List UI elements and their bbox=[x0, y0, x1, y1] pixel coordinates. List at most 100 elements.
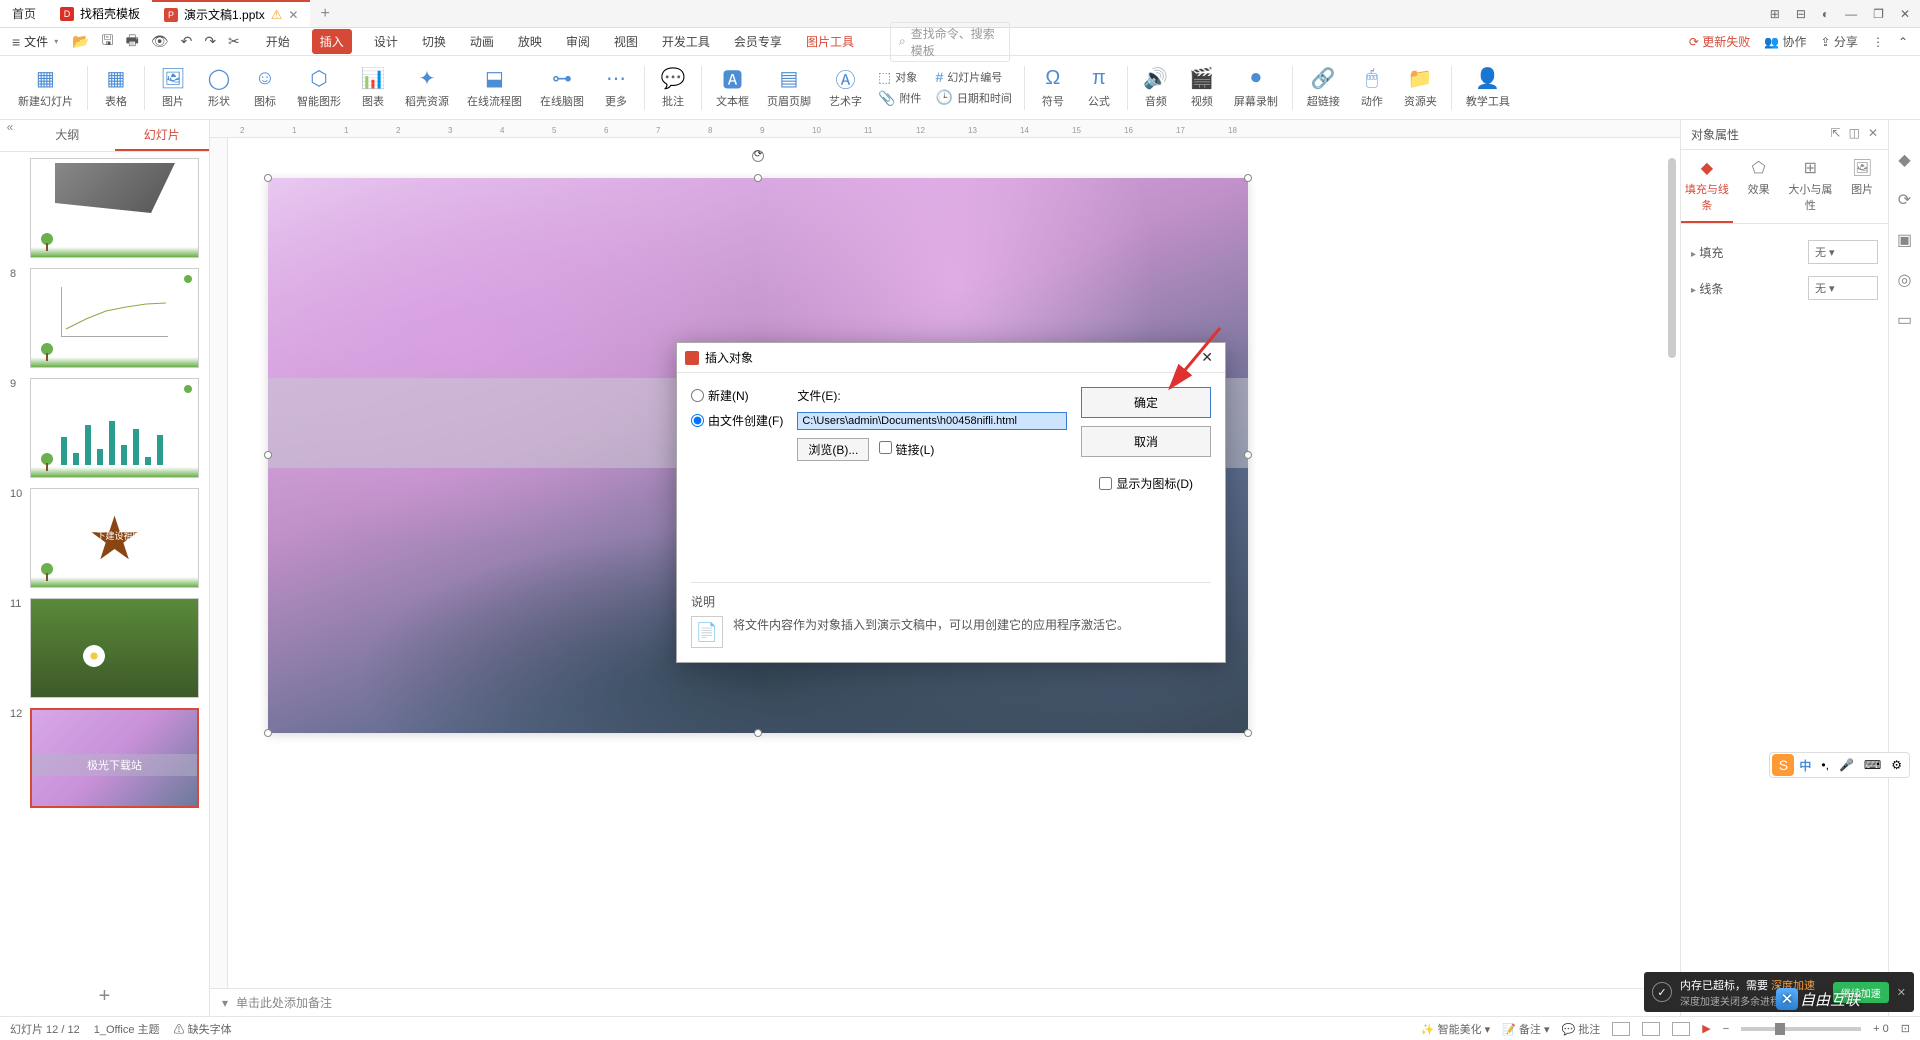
apps-icon[interactable]: ⊟ bbox=[1796, 7, 1806, 21]
tab-close-icon[interactable]: ✕ bbox=[288, 8, 298, 22]
ribbon-table[interactable]: ▦表格 bbox=[94, 67, 138, 109]
ribbon-flowchart[interactable]: ⬓在线流程图 bbox=[459, 67, 530, 109]
menu-icon[interactable]: ≡ bbox=[12, 34, 20, 50]
tab-slides[interactable]: 幻灯片 bbox=[115, 120, 210, 151]
ribbon-headerfooter[interactable]: ▤页眉页脚 bbox=[759, 67, 819, 109]
handle-br[interactable] bbox=[1244, 729, 1252, 737]
ime-punct-icon[interactable]: •, bbox=[1816, 758, 1834, 772]
rp-popout-icon[interactable]: ◫ bbox=[1849, 126, 1860, 143]
thumb-12[interactable]: 12 极光下载站 bbox=[10, 708, 199, 808]
tab-home[interactable]: 首页 bbox=[0, 0, 48, 27]
dropdown-icon[interactable]: ▾ bbox=[54, 37, 58, 46]
preview-icon[interactable]: 👁 bbox=[151, 33, 169, 50]
undo-icon[interactable]: ↶ bbox=[181, 33, 193, 50]
collapse-ribbon-icon[interactable]: ⌃ bbox=[1898, 35, 1908, 49]
radio-from-file[interactable]: 由文件创建(F) bbox=[691, 412, 783, 429]
ribbon-chart[interactable]: 📊图表 bbox=[351, 67, 395, 109]
comment-toggle[interactable]: 💬 批注 bbox=[1562, 1021, 1601, 1037]
ribbon-symbol[interactable]: Ω符号 bbox=[1031, 67, 1075, 109]
ribbon-attachment[interactable]: 📎附件 bbox=[878, 90, 921, 107]
format-painter-icon[interactable]: ✂ bbox=[228, 33, 240, 50]
thumb-11[interactable]: 11 bbox=[10, 598, 199, 698]
ribbon-action[interactable]: 🖱动作 bbox=[1350, 67, 1394, 109]
ime-bar[interactable]: S 中 •, 🎤 ⌨ ⚙ bbox=[1769, 752, 1910, 778]
ribbon-smartart[interactable]: ⬡智能图形 bbox=[289, 67, 349, 109]
search-box[interactable]: ⌕ 查找命令、搜索模板 bbox=[890, 22, 1010, 62]
ribbon-wordart[interactable]: Ⓐ艺术字 bbox=[821, 67, 870, 109]
fit-button[interactable]: ⊡ bbox=[1901, 1022, 1910, 1035]
minimize-icon[interactable]: — bbox=[1845, 7, 1857, 21]
handle-tm[interactable] bbox=[754, 174, 762, 182]
show-as-icon-checkbox[interactable]: 显示为图标(D) bbox=[1099, 475, 1193, 492]
notes-toggle[interactable]: 📝 备注 ▾ bbox=[1502, 1021, 1549, 1037]
ribbon-picture[interactable]: 🖼图片 bbox=[151, 67, 195, 109]
dialog-close-icon[interactable]: ✕ bbox=[1197, 349, 1217, 366]
handle-ml[interactable] bbox=[264, 451, 272, 459]
tab-document[interactable]: P 演示文稿1.pptx ⚠ ✕ bbox=[152, 0, 310, 27]
ribbon-video[interactable]: 🎬视频 bbox=[1180, 67, 1224, 109]
print-icon[interactable]: 🖶 bbox=[126, 30, 139, 54]
ime-lang[interactable]: 中 bbox=[1794, 757, 1816, 774]
rp-line-row[interactable]: ▸ 线条 无 ▾ bbox=[1691, 270, 1878, 306]
update-fail[interactable]: ⟳ 更新失败 bbox=[1689, 33, 1750, 50]
ribbon-newslide[interactable]: ▦新建幻灯片 bbox=[10, 67, 81, 109]
notes-area[interactable]: ▾ 单击此处添加备注 bbox=[210, 988, 1680, 1016]
add-slide-button[interactable]: + bbox=[0, 977, 209, 1016]
handle-tr[interactable] bbox=[1244, 174, 1252, 182]
ribbon-datetime[interactable]: 🕒日期和时间 bbox=[935, 89, 1011, 106]
ribbon-icon[interactable]: ☺图标 bbox=[243, 67, 287, 109]
ribbon-resource[interactable]: ✦稻壳资源 bbox=[397, 67, 457, 109]
view-normal[interactable] bbox=[1612, 1022, 1630, 1036]
thumb-8[interactable]: 8 bbox=[10, 268, 199, 368]
ribbon-object[interactable]: ⬚对象 bbox=[878, 69, 921, 86]
view-sorter[interactable] bbox=[1642, 1022, 1660, 1036]
notify-close-icon[interactable]: ✕ bbox=[1897, 986, 1906, 999]
thumb-9[interactable]: 9 bbox=[10, 378, 199, 478]
rp-tab-pic[interactable]: 🖼图片 bbox=[1836, 150, 1888, 223]
line-dropdown[interactable]: 无 ▾ bbox=[1808, 276, 1878, 300]
theme-name[interactable]: 1_Office 主题 bbox=[94, 1021, 160, 1037]
share-button[interactable]: ⇪ 分享 bbox=[1821, 33, 1858, 50]
ribbon-comment[interactable]: 💬批注 bbox=[651, 67, 695, 109]
redo-icon[interactable]: ↷ bbox=[204, 33, 216, 50]
sidebar-select-icon[interactable]: ▣ bbox=[1897, 230, 1912, 250]
tab-add[interactable]: + bbox=[310, 0, 339, 27]
layout-icon[interactable]: ⊞ bbox=[1770, 7, 1780, 21]
close-icon[interactable]: ✕ bbox=[1900, 7, 1910, 21]
ribbon-teaching[interactable]: 👤教学工具 bbox=[1458, 67, 1518, 109]
rp-tab-fill[interactable]: ◆填充与线条 bbox=[1681, 150, 1733, 223]
slideshow-button[interactable]: ▶ bbox=[1702, 1022, 1710, 1035]
tab-picture-tool[interactable]: 图片工具 bbox=[804, 29, 856, 54]
rp-fill-row[interactable]: ▸ 填充 无 ▾ bbox=[1691, 234, 1878, 270]
browse-button[interactable]: 浏览(B)... bbox=[797, 438, 869, 461]
handle-bl[interactable] bbox=[264, 729, 272, 737]
tab-slideshow[interactable]: 放映 bbox=[516, 29, 544, 54]
coop-button[interactable]: 👥 协作 bbox=[1764, 33, 1806, 50]
handle-tl[interactable] bbox=[264, 174, 272, 182]
sidebar-anim-icon[interactable]: ⟳ bbox=[1898, 190, 1911, 210]
tab-design[interactable]: 设计 bbox=[372, 29, 400, 54]
tab-view[interactable]: 视图 bbox=[612, 29, 640, 54]
link-checkbox[interactable]: 链接(L) bbox=[879, 441, 934, 458]
ribbon-formula[interactable]: π公式 bbox=[1077, 67, 1121, 109]
cancel-button[interactable]: 取消 bbox=[1081, 426, 1211, 457]
handle-bm[interactable] bbox=[754, 729, 762, 737]
ribbon-resourcelib[interactable]: 📁资源夹 bbox=[1396, 67, 1445, 109]
ribbon-audio[interactable]: 🔊音频 bbox=[1134, 67, 1178, 109]
ime-settings-icon[interactable]: ⚙ bbox=[1886, 758, 1907, 772]
maximize-icon[interactable]: ❐ bbox=[1873, 7, 1884, 21]
radio-new[interactable]: 新建(N) bbox=[691, 387, 783, 404]
handle-mr[interactable] bbox=[1244, 451, 1252, 459]
notes-collapse-icon[interactable]: ▾ bbox=[222, 996, 228, 1010]
zoom-out[interactable]: − bbox=[1723, 1023, 1729, 1035]
sidebar-style-icon[interactable]: ◆ bbox=[1898, 150, 1910, 170]
tab-insert[interactable]: 插入 bbox=[312, 29, 352, 54]
collapse-panel-icon[interactable]: « bbox=[0, 120, 20, 151]
sidebar-layer-icon[interactable]: ▭ bbox=[1897, 310, 1912, 330]
thumb-7[interactable] bbox=[10, 158, 199, 258]
tab-dev[interactable]: 开发工具 bbox=[660, 29, 712, 54]
ime-keyboard-icon[interactable]: ⌨ bbox=[1859, 758, 1886, 772]
fill-dropdown[interactable]: 无 ▾ bbox=[1808, 240, 1878, 264]
sidebar-pos-icon[interactable]: ◎ bbox=[1898, 270, 1912, 290]
rotation-handle[interactable] bbox=[752, 150, 764, 162]
